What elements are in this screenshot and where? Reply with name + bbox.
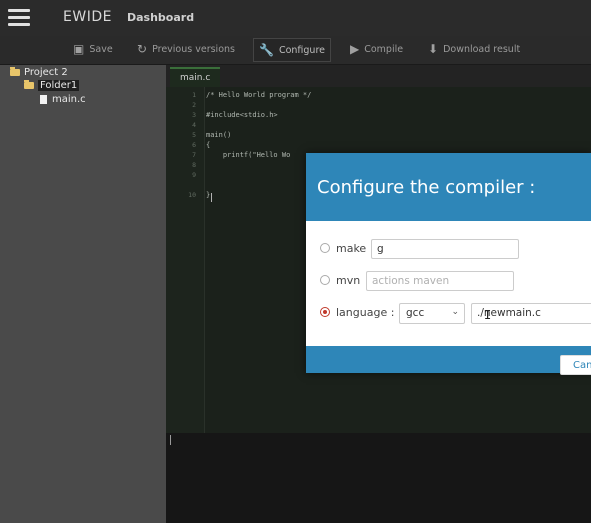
- nav-dashboard[interactable]: Dashboard: [127, 11, 194, 24]
- dialog-footer: [306, 346, 591, 373]
- language-label: language :: [336, 306, 395, 319]
- tree-item-folder[interactable]: Folder1: [24, 80, 80, 91]
- make-label: make: [336, 242, 367, 255]
- previous-versions-button[interactable]: ↻ Previous versions: [137, 38, 235, 60]
- download-result-label: Download result: [443, 43, 521, 55]
- tree-item-project[interactable]: Project 2: [10, 67, 68, 78]
- compile-label: Compile: [364, 43, 404, 55]
- toolbar: ▣ Save ↻ Previous versions 🔧 Configure ▶…: [0, 36, 591, 65]
- make-radio[interactable]: [320, 243, 330, 253]
- mvn-radio[interactable]: [320, 275, 330, 285]
- wrench-icon: 🔧: [259, 43, 274, 57]
- language-selected-value: gcc: [406, 307, 425, 319]
- save-label: Save: [89, 43, 113, 55]
- save-button[interactable]: ▣ Save: [73, 38, 113, 60]
- editor-tab-bar: main.c: [166, 65, 591, 87]
- file-tree-sidebar: Project 2 Folder1 main.c: [0, 65, 166, 523]
- floppy-disk-icon: ▣: [73, 42, 85, 56]
- download-icon: ⬇: [428, 42, 439, 56]
- tree-project-label: Project 2: [24, 67, 68, 78]
- tree-file-label: main.c: [52, 94, 86, 105]
- play-icon: ▶: [350, 42, 360, 56]
- app-brand[interactable]: EWIDE: [63, 9, 112, 25]
- tab-main-c[interactable]: main.c: [170, 67, 221, 87]
- make-input[interactable]: g: [371, 239, 519, 259]
- language-select[interactable]: gcc ⌄: [399, 303, 465, 324]
- configure-label: Configure: [278, 44, 325, 56]
- cancel-button[interactable]: Cancel: [560, 355, 591, 375]
- previous-versions-label: Previous versions: [152, 43, 235, 55]
- file-icon: [40, 95, 47, 104]
- compile-button[interactable]: ▶ Compile: [350, 38, 403, 60]
- output-console[interactable]: [166, 433, 591, 523]
- language-radio[interactable]: [320, 307, 330, 317]
- dialog-header: Configure the compiler :: [306, 153, 591, 221]
- ibeam-cursor-icon: I: [484, 308, 492, 322]
- dialog-title: Configure the compiler :: [317, 177, 536, 198]
- dialog-body: make g mvn actions maven language : gcc …: [306, 221, 591, 346]
- configure-button[interactable]: 🔧 Configure: [253, 38, 331, 62]
- tree-folder-label: Folder1: [38, 80, 80, 91]
- top-bar: EWIDE Dashboard: [0, 0, 591, 36]
- download-result-button[interactable]: ⬇ Download result: [428, 38, 520, 60]
- folder-icon: [10, 67, 20, 76]
- menu-icon[interactable]: [8, 9, 30, 27]
- chevron-down-icon: ⌄: [451, 307, 459, 317]
- folder-icon: [24, 80, 34, 89]
- history-icon: ↻: [137, 42, 148, 56]
- configure-compiler-dialog: Configure the compiler : make g mvn acti…: [306, 153, 591, 373]
- mvn-input[interactable]: actions maven: [366, 271, 514, 291]
- tree-item-file[interactable]: main.c: [40, 94, 86, 105]
- mvn-label: mvn: [336, 274, 361, 287]
- console-caret: [170, 435, 171, 445]
